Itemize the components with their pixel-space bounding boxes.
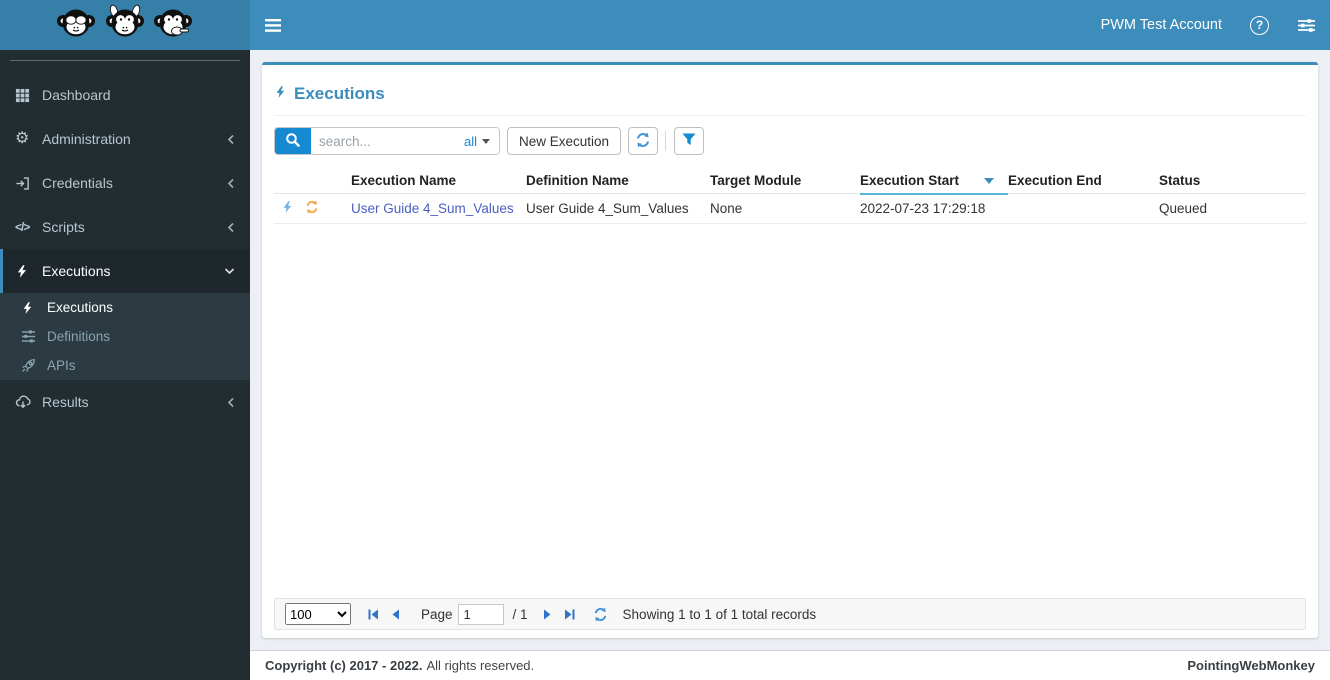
run-execution-icon[interactable] <box>281 200 294 217</box>
top-navbar: PWM Test Account <box>250 0 1330 50</box>
page-title: Executions <box>274 84 1306 104</box>
toolbar: all New Execution <box>274 127 1306 155</box>
sidebar-item-label: Dashboard <box>42 87 111 103</box>
toolbar-divider <box>665 131 667 151</box>
pagination-bar: 100 Page / 1 <box>274 598 1306 630</box>
next-page-icon[interactable] <box>542 608 553 621</box>
settings-sliders-icon[interactable] <box>1297 18 1316 33</box>
bolt-icon <box>274 84 287 104</box>
copyright-text: Copyright (c) 2017 - 2022. <box>265 658 423 673</box>
brand-name: PointingWebMonkey <box>1187 658 1315 673</box>
chevron-down-icon <box>224 267 235 276</box>
content-area: Executions all <box>250 50 1330 650</box>
page-label: Page <box>421 606 453 622</box>
submenu-item-apis[interactable]: APIs <box>0 351 250 380</box>
sliders-icon <box>21 329 47 344</box>
refresh-list-icon[interactable] <box>593 607 608 622</box>
footer: Copyright (c) 2017 - 2022. All rights re… <box>250 650 1330 680</box>
previous-page-icon[interactable] <box>390 608 401 621</box>
code-icon: </> <box>15 220 30 234</box>
records-summary: Showing 1 to 1 of 1 total records <box>622 606 817 622</box>
account-menu[interactable]: PWM Test Account <box>1101 17 1222 33</box>
bolt-icon <box>21 301 47 315</box>
search-group: all <box>274 127 500 155</box>
column-header-execution-end[interactable]: Execution End <box>1008 168 1159 194</box>
column-header-execution-name[interactable]: Execution Name <box>351 168 526 194</box>
new-execution-button[interactable]: New Execution <box>507 127 622 155</box>
search-scope-dropdown[interactable]: all <box>454 128 499 154</box>
rocket-icon <box>21 358 47 373</box>
grid-icon <box>15 88 42 103</box>
search-button[interactable] <box>275 128 311 154</box>
filter-button[interactable] <box>674 127 705 155</box>
rerun-execution-icon[interactable] <box>305 200 319 217</box>
sidebar-item-dashboard[interactable]: Dashboard <box>0 73 250 117</box>
chevron-left-icon <box>227 397 235 408</box>
status-cell: Queued <box>1159 193 1306 224</box>
hamburger-menu-icon[interactable] <box>265 18 281 32</box>
refresh-button[interactable] <box>628 127 659 155</box>
table-row: User Guide 4_Sum_Values User Guide 4_Sum… <box>274 193 1306 224</box>
three-monkeys-logo-icon <box>50 2 200 49</box>
execution-start-cell: 2022-07-23 17:29:18 <box>860 193 1008 224</box>
search-input[interactable] <box>311 128 455 154</box>
title-divider <box>274 115 1306 116</box>
execution-name-link[interactable]: User Guide 4_Sum_Values <box>351 201 514 216</box>
filter-funnel-icon <box>682 133 696 149</box>
chevron-left-icon <box>227 134 235 145</box>
sidebar: Dashboard ⚙ Administration Credentials <… <box>0 50 250 680</box>
first-page-icon[interactable] <box>367 608 380 621</box>
page-title-text: Executions <box>294 84 385 103</box>
page-number-input[interactable] <box>457 603 504 625</box>
sidebar-item-credentials[interactable]: Credentials <box>0 161 250 205</box>
rights-text: All rights reserved. <box>426 658 535 673</box>
definition-name-cell: User Guide 4_Sum_Values <box>526 193 710 224</box>
refresh-icon <box>635 132 651 151</box>
column-header-actions <box>274 168 351 194</box>
submenu-item-executions[interactable]: Executions <box>0 293 250 322</box>
column-header-definition-name[interactable]: Definition Name <box>526 168 710 194</box>
search-icon <box>285 132 301 151</box>
executions-table: Execution Name Definition Name Target Mo… <box>274 168 1306 224</box>
submenu-item-label: Definitions <box>47 329 111 344</box>
sidebar-item-label: Administration <box>42 131 131 147</box>
chevron-left-icon <box>227 178 235 189</box>
gears-icon: ⚙ <box>15 130 30 147</box>
submenu-item-label: APIs <box>47 358 76 373</box>
sidebar-item-label: Executions <box>42 263 111 279</box>
sidebar-item-results[interactable]: Results <box>0 380 250 424</box>
search-scope-label: all <box>463 133 477 149</box>
logo-area[interactable] <box>0 0 250 50</box>
sidebar-item-label: Credentials <box>42 175 113 191</box>
submenu-item-label: Executions <box>47 300 114 315</box>
execution-end-cell <box>1008 193 1159 224</box>
sidebar-item-administration[interactable]: ⚙ Administration <box>0 117 250 161</box>
caret-down-icon <box>482 138 490 144</box>
sort-desc-icon <box>984 178 994 185</box>
sidebar-item-label: Results <box>42 394 89 410</box>
table-header-row: Execution Name Definition Name Target Mo… <box>274 168 1306 195</box>
page-total: / 1 <box>512 606 528 622</box>
cloud-download-icon <box>15 394 42 410</box>
app-window: PWM Test Account ? Dashboard ⚙ Administr… <box>0 0 1330 680</box>
sidebar-item-scripts[interactable]: </> Scripts <box>0 205 250 249</box>
last-page-icon[interactable] <box>563 608 576 621</box>
bolt-icon <box>15 264 42 279</box>
submenu-item-definitions[interactable]: Definitions <box>0 322 250 351</box>
sidebar-item-executions[interactable]: Executions <box>0 249 250 293</box>
sign-in-icon <box>15 176 42 191</box>
executions-submenu: Executions Definitions APIs <box>0 293 250 380</box>
chevron-left-icon <box>227 222 235 233</box>
page-size-select[interactable]: 100 <box>285 603 351 625</box>
sidebar-divider <box>10 60 240 61</box>
target-module-cell: None <box>710 193 860 224</box>
column-header-target-module[interactable]: Target Module <box>710 168 860 194</box>
executions-panel: Executions all <box>262 62 1318 638</box>
help-icon[interactable] <box>1250 15 1269 35</box>
sidebar-item-label: Scripts <box>42 219 85 235</box>
column-header-execution-start[interactable]: Execution Start <box>860 168 1008 195</box>
column-header-status[interactable]: Status <box>1159 168 1306 194</box>
